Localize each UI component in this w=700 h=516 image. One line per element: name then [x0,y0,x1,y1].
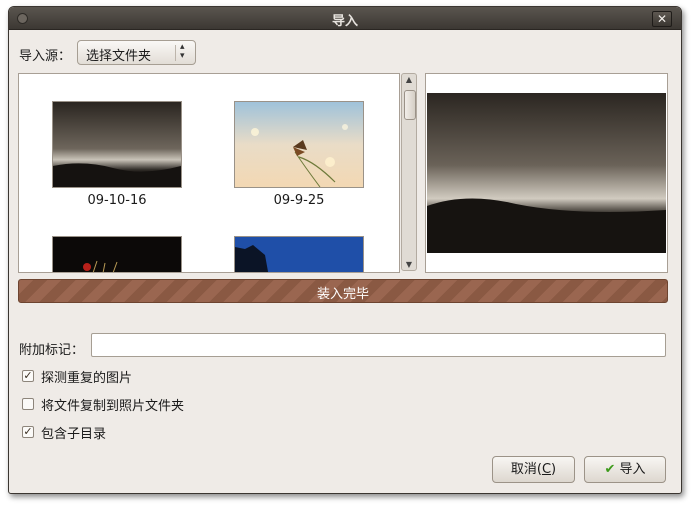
butterfly-photo-icon [235,102,363,187]
tags-input[interactable] [91,333,666,357]
preview-image [426,74,667,272]
blue-sky-photo-icon [235,237,363,272]
import-button[interactable]: ✔ 导入 [584,456,666,483]
thumbnail-scrollbar[interactable]: ▲ ▼ [401,73,417,271]
title-bar[interactable]: 导入 ✕ [9,7,681,30]
checkmark-icon: ✔ [604,462,616,477]
thumbnail-dark-flower[interactable] [52,236,182,272]
scroll-up-icon[interactable]: ▲ [402,75,416,84]
cancel-label: 取消( [510,462,542,477]
copy-files-checkbox[interactable] [22,398,34,410]
load-progress-bar: 装入完毕 [18,279,668,303]
thumbnail-caption: 09-9-25 [273,193,325,208]
source-select[interactable]: 选择文件夹 ▴ ▾ [77,40,196,65]
window-title: 导入 [331,14,358,29]
duplicate-checkbox[interactable]: ✓ [22,370,34,382]
dark-flower-photo-icon [53,237,181,272]
scroll-down-icon[interactable]: ▼ [402,260,416,269]
thumbnail-grid[interactable]: 09-10-16 09-9-25 [18,73,400,273]
landscape-photo-icon [53,102,181,187]
combo-separator [175,45,176,61]
thumbnail-blue-sky[interactable] [234,236,364,272]
progress-label: 装入完毕 [316,287,369,302]
thumbnail-butterfly[interactable] [234,101,364,188]
thumbnail-caption: 09-10-16 [87,193,147,208]
import-label: 导入 [619,462,646,477]
close-button[interactable]: ✕ [652,11,672,27]
cancel-mnemonic: C [541,462,552,477]
cancel-label-end: ) [551,462,557,477]
tags-label: 附加标记： [19,343,85,358]
source-selected-value: 选择文件夹 [86,49,152,64]
copy-files-label[interactable]: 将文件复制到照片文件夹 [41,395,184,414]
chevron-updown-icon: ▴ ▾ [180,42,185,61]
thumbnail-landscape[interactable] [52,101,182,188]
subdirs-label[interactable]: 包含子目录 [41,423,106,442]
duplicate-label[interactable]: 探测重复的图片 [41,367,132,386]
source-label: 导入源： [19,49,72,64]
cancel-button[interactable]: 取消(C) [492,456,575,483]
subdirs-checkbox[interactable]: ✓ [22,426,34,438]
scroll-handle[interactable] [404,90,416,120]
import-dialog: 导入 ✕ 导入源： 选择文件夹 ▴ ▾ 09-10-16 09-9-25 ▲ ▼… [8,6,682,494]
preview-pane [425,73,668,273]
